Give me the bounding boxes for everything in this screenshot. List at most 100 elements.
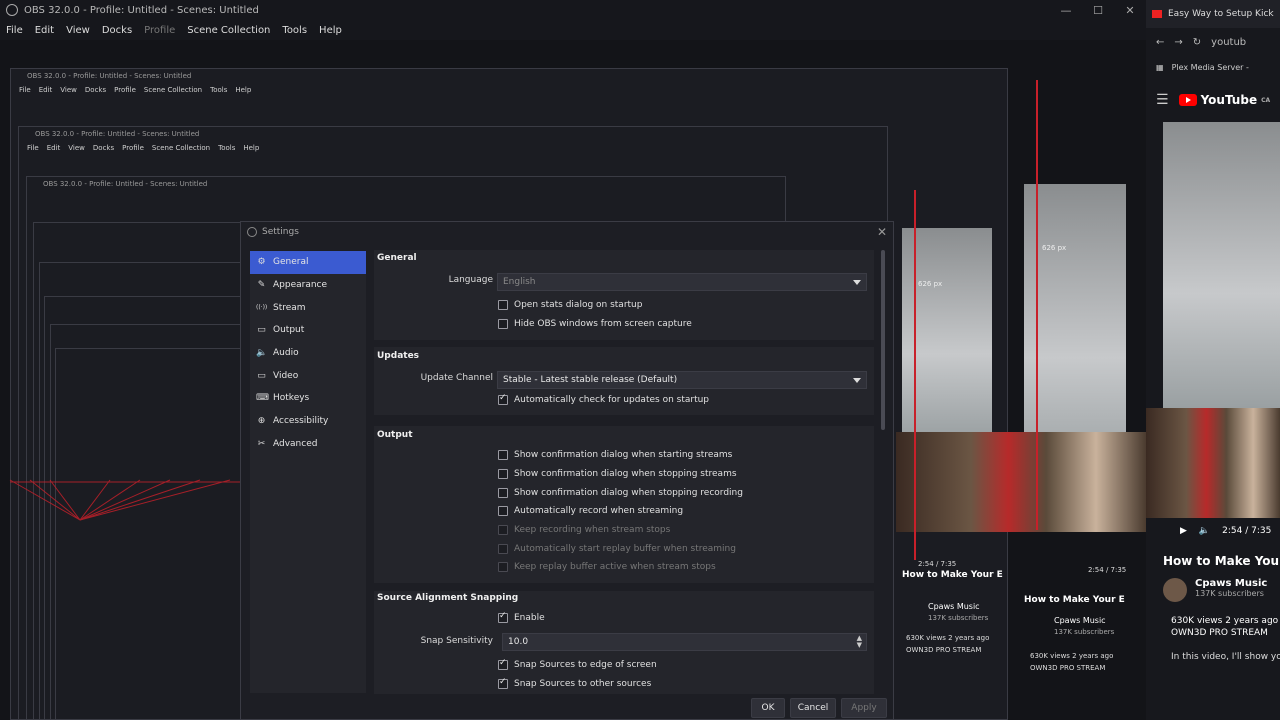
nested-subscribers: 137K subscribers (1054, 628, 1115, 636)
checkbox (498, 562, 508, 572)
nav-advanced[interactable]: ✂ Advanced (250, 433, 366, 456)
red-guide-lines (9, 479, 240, 521)
snap-edge-checkbox[interactable] (498, 658, 508, 670)
video-player-frame[interactable] (1146, 408, 1280, 518)
nested-menu: File Edit View Docks Profile Scene Collection… (19, 86, 252, 94)
open-stats-checkbox[interactable] (498, 300, 508, 310)
nested-browser-thumbnail (1024, 184, 1126, 474)
auto-replay-buffer-row: Automatically start replay buffer when s… (498, 544, 736, 554)
checkbox (498, 525, 508, 535)
nav-hotkeys[interactable]: ⌨ Hotkeys (250, 387, 366, 410)
hamburger-menu-icon[interactable]: ☰ (1156, 92, 1169, 108)
nav-appearance[interactable]: ✎ Appearance (250, 274, 366, 297)
youtube-favicon-icon (1152, 10, 1162, 18)
volume-icon[interactable]: 🔈 (1199, 526, 1210, 536)
menu-bar: File Edit View Docks Profile Scene Colle… (0, 20, 1146, 40)
ok-button[interactable]: OK (751, 698, 785, 718)
video-preview-strip (896, 432, 1146, 532)
nav-accessibility[interactable]: ⊕ Accessibility (250, 410, 366, 433)
settings-scrollbar[interactable] (881, 250, 885, 430)
auto-record-row[interactable]: Automatically record when streaming (498, 506, 683, 516)
nav-audio[interactable]: 🔈 Audio (250, 342, 366, 365)
checkbox[interactable] (498, 506, 508, 516)
settings-dialog: Settings ✕ ⚙ General ✎ Appearance ((·)) Str… (240, 221, 894, 720)
auto-check-row[interactable]: Automatically check for updates on start… (498, 393, 709, 405)
nested-channel: Cpaws Music (928, 602, 980, 611)
address-bar[interactable]: youtub (1211, 37, 1246, 48)
youtube-logo[interactable]: YouTube CA (1178, 93, 1270, 107)
nested-time: 2:54 / 7:35 (918, 560, 957, 568)
menu-file[interactable]: File (0, 25, 29, 36)
language-select[interactable]: English (497, 273, 867, 291)
reload-icon[interactable]: ↻ (1193, 37, 1201, 48)
menu-tools[interactable]: Tools (276, 25, 313, 36)
menu-edit[interactable]: Edit (29, 25, 60, 36)
bookmarks-bar: ▦ Plex Media Server - (1146, 56, 1280, 78)
menu-scene-collection[interactable]: Scene Collection (181, 25, 276, 36)
obs-logo-icon (6, 4, 18, 16)
video-description: In this video, I'll show you (1171, 652, 1280, 662)
video-controls: ▶ 🔈 2:54 / 7:35 (1146, 518, 1280, 544)
play-icon[interactable]: ▶ (1180, 526, 1187, 536)
checkbox (498, 544, 508, 554)
minimize-button[interactable]: — (1050, 4, 1082, 17)
nav-general[interactable]: ⚙ General (250, 251, 366, 274)
nested-video-title: How to Make Your E (902, 570, 1003, 580)
update-channel-select[interactable]: Stable - Latest stable release (Default) (497, 371, 867, 389)
maximize-button[interactable]: ☐ (1082, 4, 1114, 17)
nested-menu: File Edit View Docks Profile Scene Collection… (27, 144, 260, 152)
keyboard-icon: ⌨ (256, 393, 269, 404)
checkbox[interactable] (498, 450, 508, 460)
nested-title: OBS 32.0.0 - Profile: Untitled - Scenes:… (27, 177, 785, 191)
settings-close-icon[interactable]: ✕ (877, 225, 887, 239)
nested-subscribers: 137K subscribers (928, 614, 989, 622)
browser-tab[interactable]: Easy Way to Setup Kick (1146, 0, 1280, 28)
channel-name[interactable]: Cpaws Music (1195, 578, 1267, 589)
open-stats-row[interactable]: Open stats dialog on startup (498, 300, 642, 310)
hide-windows-checkbox[interactable] (498, 319, 508, 329)
stepper-icon[interactable]: ▲ ▼ (857, 635, 862, 649)
auto-check-checkbox[interactable] (498, 393, 508, 405)
back-icon[interactable]: ← (1156, 37, 1164, 48)
snapping-group: Source Alignment Snapping Enable Snap Se… (374, 591, 874, 694)
snap-others-checkbox[interactable] (498, 677, 508, 689)
nav-video[interactable]: ▭ Video (250, 364, 366, 387)
settings-content[interactable]: General Language English Open stats dial… (374, 250, 874, 694)
snap-others-row[interactable]: Snap Sources to other sources (498, 677, 651, 689)
menu-view[interactable]: View (60, 25, 96, 36)
nav-stream[interactable]: ((·)) Stream (250, 296, 366, 319)
snap-sensitivity-label: Snap Sensitivity (420, 636, 493, 646)
apps-grid-icon[interactable]: ▦ (1156, 63, 1164, 72)
confirm-stop-streams-row[interactable]: Show confirmation dialog when stopping s… (498, 469, 737, 479)
obs-logo-icon (247, 227, 257, 237)
video-title[interactable]: How to Make Your E (1146, 544, 1280, 568)
cancel-button[interactable]: Cancel (790, 698, 836, 718)
apply-button[interactable]: Apply (841, 698, 887, 718)
nested-channel: Cpaws Music (1054, 616, 1106, 625)
confirm-stop-recording-row[interactable]: Show confirmation dialog when stopping r… (498, 488, 743, 498)
close-button[interactable]: ✕ (1114, 4, 1146, 17)
bookmark-plex[interactable]: Plex Media Server - (1172, 63, 1249, 72)
snapping-heading: Source Alignment Snapping (377, 593, 519, 603)
keep-recording-row: Keep recording when stream stops (498, 525, 670, 535)
measure-label: 626 px (918, 280, 943, 288)
channel-avatar[interactable] (1163, 578, 1187, 602)
confirm-start-streams-row[interactable]: Show confirmation dialog when starting s… (498, 450, 732, 460)
checkbox[interactable] (498, 469, 508, 479)
snap-enable-row[interactable]: Enable (498, 611, 545, 623)
snap-edge-row[interactable]: Snap Sources to edge of screen (498, 658, 657, 670)
snap-enable-checkbox[interactable] (498, 611, 508, 623)
forward-icon[interactable]: → (1174, 37, 1182, 48)
browser-window: Easy Way to Setup Kick ← → ↻ youtub ▦ Pl… (1146, 0, 1280, 720)
update-channel-label: Update Channel (420, 373, 493, 383)
video-thumbnail[interactable] (1163, 122, 1280, 408)
hide-windows-row[interactable]: Hide OBS windows from screen capture (498, 319, 692, 329)
nav-output[interactable]: ▭ Output (250, 319, 366, 342)
menu-help[interactable]: Help (313, 25, 348, 36)
snap-sensitivity-spinbox[interactable]: 10.0 ▲ ▼ (502, 633, 867, 651)
language-label: Language (448, 275, 493, 285)
menu-profile[interactable]: Profile (138, 25, 181, 36)
red-guide-vertical (914, 190, 916, 560)
checkbox[interactable] (498, 488, 508, 498)
menu-docks[interactable]: Docks (96, 25, 138, 36)
